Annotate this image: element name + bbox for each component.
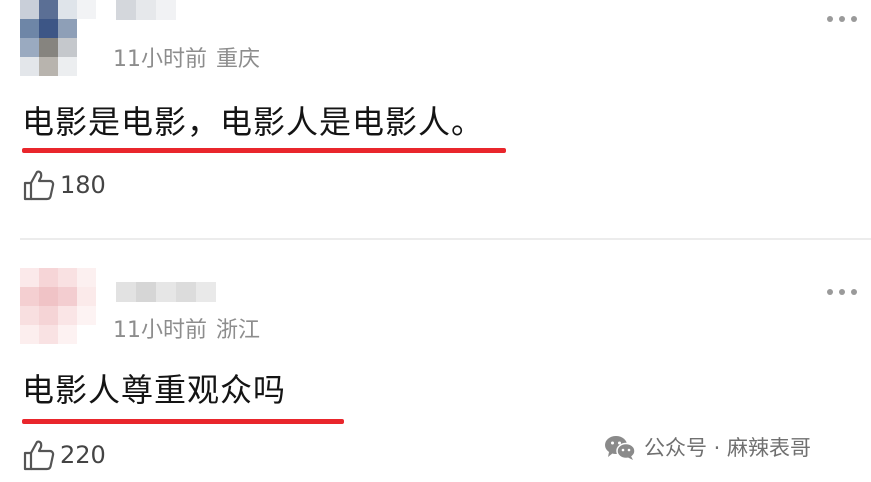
username-blurred[interactable] <box>116 282 216 302</box>
like-button[interactable]: 180 <box>22 168 106 202</box>
like-button[interactable]: 220 <box>22 438 106 472</box>
comment-meta: 11小时前 重庆 <box>113 49 260 71</box>
more-options-icon[interactable] <box>827 289 857 295</box>
like-count: 220 <box>60 441 106 469</box>
comment-text: 电影是电影，电影人是电影人。 <box>22 103 485 141</box>
comment-location: 浙江 <box>216 318 261 343</box>
wechat-icon <box>605 436 636 460</box>
highlight-underline <box>22 148 506 153</box>
comment-location: 重庆 <box>216 47 261 72</box>
watermark-text: 公众号 · 麻辣表哥 <box>644 435 812 460</box>
thumbs-up-icon <box>23 170 55 201</box>
comment-text: 电影人尊重观众吗 <box>22 371 287 409</box>
comment-meta: 11小时前 浙江 <box>113 320 260 342</box>
thumbs-up-icon <box>23 440 55 471</box>
more-options-icon[interactable] <box>827 16 857 22</box>
comment-list: 11小时前 重庆 电影是电影，电影人是电影人。 180 11小时前 浙江 电影人… <box>0 0 871 482</box>
avatar[interactable] <box>20 0 96 76</box>
highlight-underline <box>22 419 344 424</box>
comment-time: 11小时前 <box>113 47 207 72</box>
comment-item: 11小时前 重庆 电影是电影，电影人是电影人。 180 <box>0 0 871 238</box>
watermark: 公众号 · 麻辣表哥 <box>604 435 811 461</box>
avatar[interactable] <box>20 268 96 344</box>
like-count: 180 <box>60 171 106 199</box>
username-blurred[interactable] <box>116 0 176 20</box>
comment-time: 11小时前 <box>113 318 207 343</box>
